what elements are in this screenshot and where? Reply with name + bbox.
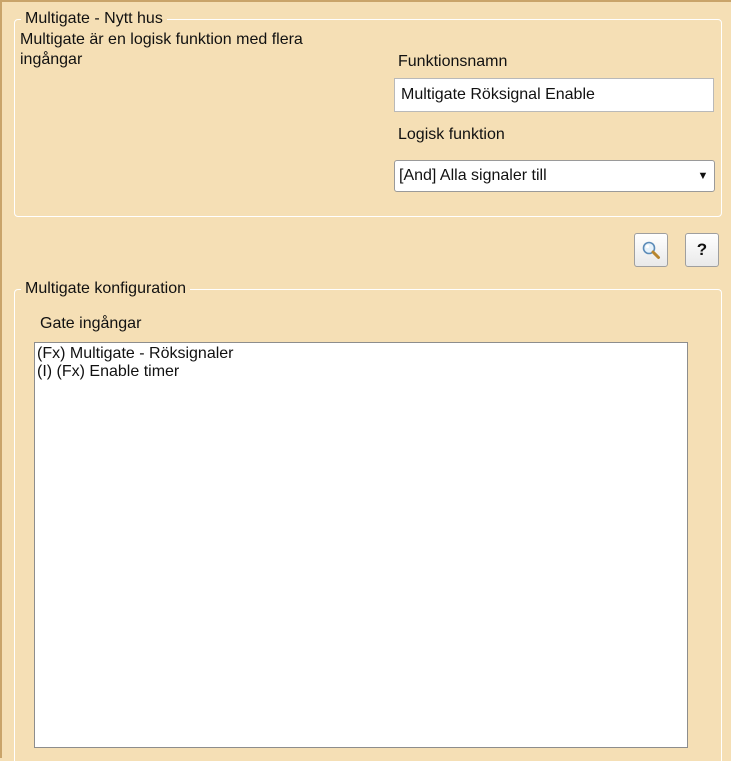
magnifier-icon [642,241,660,259]
list-item[interactable]: (I) (Fx) Enable timer [37,363,685,381]
gate-inputs-list[interactable]: (Fx) Multigate - Röksignaler (I) (Fx) En… [34,342,688,748]
function-name-input[interactable] [394,78,714,112]
window-left-border [0,0,2,758]
logic-function-label: Logisk funktion [398,126,505,143]
dropdown-arrow-icon[interactable]: ▼ [692,170,714,182]
function-description: Multigate är en logisk funktion med fler… [20,31,303,68]
list-item[interactable]: (Fx) Multigate - Röksignaler [37,345,685,363]
help-button[interactable]: ? [685,233,719,267]
gate-inputs-label: Gate ingångar [40,315,142,332]
window-top-border [0,0,731,2]
logic-function-select[interactable]: [And] Alla signaler till ▼ [394,160,715,192]
logic-function-value: [And] Alla signaler till [399,167,547,184]
help-icon: ? [696,240,708,259]
multigate-config-legend: Multigate konfiguration [25,280,186,297]
search-button[interactable] [634,233,668,267]
function-name-label: Funktionsnamn [398,53,508,70]
multigate-group-legend: Multigate - Nytt hus [25,10,163,27]
